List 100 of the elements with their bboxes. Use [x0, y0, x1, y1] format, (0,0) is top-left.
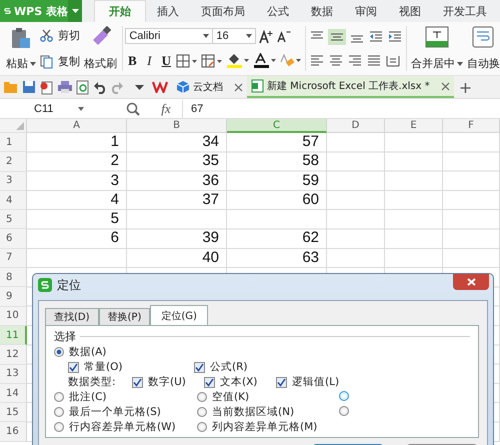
row-header[interactable]: 4 [0, 190, 27, 210]
radio-option[interactable]: 批注(C) [54, 390, 107, 404]
row-header[interactable]: 15 [0, 403, 27, 422]
close-icon[interactable] [234, 82, 243, 92]
radio-option[interactable]: 数据(A) [54, 345, 106, 359]
table-cell-text: 3 [110, 172, 120, 191]
row-header[interactable]: 8 [0, 268, 27, 288]
row-header[interactable]: 6 [0, 229, 27, 249]
table-cell-text: 57 [301, 133, 320, 152]
close-icon[interactable] [440, 82, 450, 90]
logo-icon[interactable] [152, 81, 168, 93]
merge-center-button[interactable]: 合并居中 [408, 22, 465, 75]
radio-option[interactable]: 最后一个单元格(S) [54, 405, 161, 419]
table-cell-text: 36 [201, 172, 220, 191]
ribbon-tab[interactable]: 审阅 [344, 0, 388, 22]
undo-icon[interactable] [93, 80, 107, 94]
justify-icon[interactable] [366, 54, 382, 68]
radio-option[interactable]: 空值(K) [197, 390, 250, 404]
font-size-dropdown[interactable]: 16 [212, 28, 256, 44]
app-name: WPS 表格 [14, 4, 68, 18]
cut-button[interactable]: 剪切 [40, 28, 80, 43]
radio-button[interactable] [339, 390, 349, 400]
export-icon[interactable] [39, 80, 54, 94]
dialog-tab[interactable]: 查找(D) [45, 308, 99, 325]
row-header[interactable]: 9 [0, 287, 27, 307]
bold-button[interactable]: B [125, 52, 140, 69]
tab-title: 新建 Microsoft Excel 工作表.xlsx * [267, 80, 430, 93]
paste-button[interactable]: 粘贴 [4, 22, 38, 75]
dialog-tab[interactable]: 替换(P) [98, 308, 150, 325]
ribbon-tab[interactable]: 开始 [94, 0, 146, 22]
row-header[interactable]: 3 [0, 172, 27, 191]
row-header[interactable]: 14 [0, 384, 27, 404]
cell-format-icon[interactable] [201, 54, 224, 68]
ribbon-tab[interactable]: 视图 [388, 0, 432, 22]
align-middle-icon[interactable] [328, 28, 346, 45]
align-right-icon[interactable] [346, 54, 363, 68]
increase-indent-icon[interactable] [386, 30, 403, 44]
ribbon-tab[interactable]: 插入 [146, 0, 190, 22]
ribbon-tab[interactable]: 公式 [256, 0, 300, 22]
document-tab[interactable]: 云文档 [172, 76, 247, 98]
row-header[interactable]: 10 [0, 306, 27, 326]
wrap-text-button[interactable]: 自动换 [464, 22, 500, 75]
save-icon[interactable] [22, 80, 36, 94]
copy-button[interactable]: 复制 [40, 54, 80, 70]
app-menu-dropdown[interactable] [68, 0, 82, 22]
checkbox-option[interactable]: 公式(R) [194, 360, 248, 374]
shrink-font-icon[interactable] [277, 29, 292, 44]
insert-function-button[interactable]: fx [150, 100, 182, 116]
checkbox-option[interactable]: 逻辑值(L) [276, 375, 348, 389]
print-preview-icon[interactable] [76, 80, 90, 94]
table-cell-text: 1 [110, 133, 120, 152]
table-cell-text: 63 [301, 248, 320, 268]
formula-field[interactable]: 67 [182, 100, 500, 118]
name-box[interactable]: C11 [0, 100, 92, 118]
radio-option[interactable]: 列内容差异单元格(M) [197, 420, 318, 434]
grow-font-icon[interactable] [259, 28, 274, 44]
radio-option[interactable]: 当前数据区域(N) [197, 405, 294, 419]
search-icon[interactable] [126, 102, 140, 116]
checkbox-option[interactable]: 文本(X) [204, 375, 276, 389]
format-painter-button[interactable]: 格式刷 [82, 22, 119, 75]
align-left-icon[interactable] [308, 54, 325, 68]
close-button[interactable] [453, 274, 489, 290]
table-cell-text: 35 [201, 152, 220, 172]
row-header[interactable]: 13 [0, 364, 27, 384]
print-icon[interactable] [57, 80, 73, 94]
corner-triangle-icon [16, 122, 24, 130]
underline-button[interactable]: U [159, 52, 174, 69]
checkbox-option[interactable]: 数字(U) [132, 375, 204, 389]
ribbon-tab[interactable]: 数据 [300, 0, 344, 22]
align-center-icon[interactable] [328, 54, 344, 68]
decrease-indent-icon[interactable] [368, 30, 384, 44]
dialog-tab[interactable]: 定位(G) [150, 305, 208, 325]
copy-icon [40, 54, 53, 69]
row-header[interactable]: 11 [0, 326, 27, 346]
merge-label: 合并居中 [410, 56, 455, 71]
check-icon [277, 378, 286, 386]
new-tab-button[interactable]: + [454, 78, 478, 96]
table-cell-text: 34 [201, 133, 220, 152]
row-header[interactable]: 12 [0, 345, 27, 365]
font-color-icon[interactable] [253, 53, 278, 68]
ribbon-tab[interactable]: 开发工具 [432, 0, 498, 22]
customize-dropdown-icon[interactable] [135, 84, 144, 90]
row-header[interactable]: 16 [0, 422, 27, 442]
borders-icon[interactable] [176, 54, 198, 68]
radio-option[interactable]: 行内容差异单元格(W) [54, 420, 176, 434]
table-cell-text: 5 [110, 210, 120, 230]
scissors-icon [40, 28, 53, 42]
font-name-dropdown[interactable]: Calibri [125, 28, 214, 44]
row-header[interactable]: 1 [0, 133, 27, 152]
distribute-icon[interactable] [384, 54, 401, 68]
checkbox-option[interactable]: 常量(O) [68, 360, 194, 374]
cube-icon [176, 80, 190, 94]
row-header[interactable]: 7 [0, 248, 27, 268]
italic-button[interactable]: I [142, 52, 156, 69]
row-header[interactable]: 5 [0, 210, 27, 230]
fill-color-icon[interactable] [226, 53, 250, 68]
row-header[interactable]: 2 [0, 152, 27, 172]
ribbon-tab[interactable]: 页面布局 [190, 0, 256, 22]
radio-button[interactable] [339, 406, 349, 416]
document-tab[interactable]: 新建 Microsoft Excel 工作表.xlsx * [247, 76, 454, 98]
